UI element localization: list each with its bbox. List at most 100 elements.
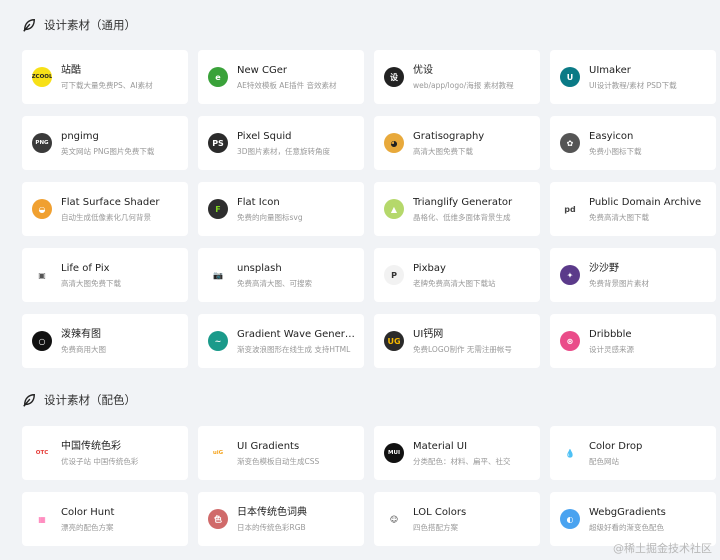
resource-card[interactable]: pd Public Domain Archive 免费高清大图下载 xyxy=(550,182,716,236)
unsplash-camera-icon: 📷 xyxy=(208,265,228,285)
dribbble-logo-icon: ⊛ xyxy=(560,331,580,351)
lifeofpix-logo-icon: ▣ xyxy=(32,265,52,285)
uigradients-logo-icon: uiG xyxy=(208,443,228,463)
polayoutu-logo-icon: ○ xyxy=(32,331,52,351)
card-grid-color: OTC 中国传统色彩优设子站 中国传统色彩 uiG UI Gradients 渐变色模板… xyxy=(22,426,720,546)
resource-card[interactable]: UG UI钙网 免费LOGO制作 无需注册帐号 xyxy=(374,314,540,368)
card-name: New CGer xyxy=(237,64,287,76)
resource-card[interactable]: F Flat Icon 免费的向量图标svg xyxy=(198,182,364,236)
resource-card[interactable]: 💧 Color Drop 配色网站 xyxy=(550,426,716,480)
colorhunt-logo-icon: ▦ xyxy=(32,509,52,529)
materialui-logo-icon: MUI xyxy=(384,443,404,463)
card-description: 渐变色模板自动生成CSS xyxy=(237,456,320,466)
card-description: 四色搭配方案 xyxy=(413,522,458,532)
card-description: 漂亮的配色方案 xyxy=(61,522,114,532)
lolcolors-logo-icon: ☺ xyxy=(384,509,404,529)
easyicon-logo-icon: ✿ xyxy=(560,133,580,153)
resource-card[interactable]: ~ Gradient Wave Generator 渐变波浪图形在线生成 支持HTM… xyxy=(198,314,364,368)
resource-card[interactable]: 📷 unsplash 免费高清大图、可搜索 xyxy=(198,248,364,302)
card-description: AE特效模板 AE插件 音效素材 xyxy=(237,80,337,90)
card-description: 高清大图免费下载 xyxy=(61,278,121,288)
card-description: 设计灵感来源 xyxy=(589,344,634,354)
card-name: Trianglify Generator xyxy=(413,196,513,208)
card-name: unsplash xyxy=(237,262,282,274)
resource-card[interactable]: ✿ Easyicon 免费小图标下载 xyxy=(550,116,716,170)
resource-card[interactable]: e New CGer AE特效模板 AE插件 音效素材 xyxy=(198,50,364,104)
resource-card[interactable]: 色日本传统色词典 日本的传统色彩RGB xyxy=(198,492,364,546)
resource-card[interactable]: PNG pngimg 英文网站 PNG图片免费下载 xyxy=(22,116,188,170)
colordrop-logo-icon: 💧 xyxy=(560,443,580,463)
card-name: Flat Surface Shader xyxy=(61,196,160,208)
card-name: Material UI xyxy=(413,440,468,452)
resource-card[interactable]: ◕ Gratisography 高清大图免费下载 xyxy=(374,116,540,170)
flaticon-logo-icon: F xyxy=(208,199,228,219)
section-title-color: 设计素材（配色） xyxy=(22,389,136,411)
trianglify-logo-icon: ▲ xyxy=(384,199,404,219)
watermark: @稀土掘金技术社区 xyxy=(613,542,712,555)
card-description: 自动生成低像素化几何背景 xyxy=(61,212,151,222)
leaf-icon xyxy=(23,19,35,32)
nipponcolors-logo-icon: 色 xyxy=(208,509,228,529)
leaf-icon xyxy=(23,394,35,407)
card-name: Color Drop xyxy=(589,440,643,452)
card-name: UI钙网 xyxy=(413,328,444,340)
pngimg-logo-icon: PNG xyxy=(32,133,52,153)
resource-card[interactable]: U UImaker UI设计教程/素材 PSD下载 xyxy=(550,50,716,104)
ssyer-logo-icon: ✦ xyxy=(560,265,580,285)
fss-logo-icon: ◒ xyxy=(32,199,52,219)
card-description: 免费的向量图标svg xyxy=(237,212,303,222)
card-description: 免费LOGO制作 无需注册帐号 xyxy=(413,344,512,354)
card-description: 免费商用大图 xyxy=(61,344,106,354)
otc-logo-icon: OTC xyxy=(32,443,52,463)
section-title-text: 设计素材（配色） xyxy=(44,393,136,407)
card-name: 优设 xyxy=(413,64,433,76)
resource-card[interactable]: ▣ Life of Pix 高清大图免费下载 xyxy=(22,248,188,302)
resource-card[interactable]: ○ 泼辣有图免费商用大图 xyxy=(22,314,188,368)
resource-card[interactable]: MUI Material UI 分类配色：材料、扁平、社交 xyxy=(374,426,540,480)
resource-card[interactable]: OTC 中国传统色彩优设子站 中国传统色彩 xyxy=(22,426,188,480)
card-description: web/app/logo/海报 素材教程 xyxy=(413,80,514,90)
card-name: 中国传统色彩 xyxy=(61,440,121,452)
card-description: 分类配色：材料、扁平、社交 xyxy=(413,456,511,466)
uimaker-logo-icon: U xyxy=(560,67,580,87)
card-name: 沙沙野 xyxy=(589,262,619,274)
card-name: Pixel Squid xyxy=(237,130,292,142)
resource-card[interactable]: ▦ Color Hunt 漂亮的配色方案 xyxy=(22,492,188,546)
card-name: 日本传统色词典 xyxy=(237,506,307,518)
card-description: 3D图片素材，任意旋转角度 xyxy=(237,146,331,156)
resource-card[interactable]: PS Pixel Squid 3D图片素材，任意旋转角度 xyxy=(198,116,364,170)
card-name: UI Gradients xyxy=(237,440,300,452)
resource-card[interactable]: ⊛ Dribbble 设计灵感来源 xyxy=(550,314,716,368)
card-name: Color Hunt xyxy=(61,506,115,518)
card-description: 免费高清大图、可搜索 xyxy=(237,278,312,288)
resource-card[interactable]: ▲ Trianglify Generator 晶格化、低维多面体背景生成 xyxy=(374,182,540,236)
card-name: 泼辣有图 xyxy=(61,328,101,340)
webgradients-logo-icon: ◐ xyxy=(560,509,580,529)
card-name: UImaker xyxy=(589,64,631,76)
card-name: pngimg xyxy=(61,130,99,142)
card-name: LOL Colors xyxy=(413,506,467,518)
resource-card[interactable]: ZCOOL 站酷 可下载大量免费PS、AI素材 xyxy=(22,50,188,104)
resource-card[interactable]: P Pixbay 老牌免费高清大图下载站 xyxy=(374,248,540,302)
gradient-wave-logo-icon: ~ xyxy=(208,331,228,351)
card-description: 免费背景图片素材 xyxy=(589,278,649,288)
resource-card[interactable]: ✦ 沙沙野免费背景图片素材 xyxy=(550,248,716,302)
resource-card[interactable]: ◐ WebgGradients 超级好看的渐变色配色 xyxy=(550,492,716,546)
card-name: Dribbble xyxy=(589,328,632,340)
card-grid-general: ZCOOL 站酷 可下载大量免费PS、AI素材 e New CGer AE特效模板 AE插… xyxy=(22,50,720,368)
pdarchive-logo-icon: pd xyxy=(560,199,580,219)
card-description: 免费小图标下载 xyxy=(589,146,642,156)
resource-card[interactable]: 设优设 web/app/logo/海报 素材教程 xyxy=(374,50,540,104)
card-name: Life of Pix xyxy=(61,262,110,274)
card-description: 日本的传统色彩RGB xyxy=(237,522,306,532)
zcool-logo-icon: ZCOOL xyxy=(32,67,52,87)
card-description: UI设计教程/素材 PSD下载 xyxy=(589,80,677,90)
resource-card[interactable]: ◒ Flat Surface Shader 自动生成低像素化几何背景 xyxy=(22,182,188,236)
card-description: 配色网站 xyxy=(589,456,619,466)
resource-card[interactable]: uiG UI Gradients 渐变色模板自动生成CSS xyxy=(198,426,364,480)
resource-card[interactable]: ☺ LOL Colors 四色搭配方案 xyxy=(374,492,540,546)
card-description: 高清大图免费下载 xyxy=(413,146,473,156)
card-name: Easyicon xyxy=(589,130,634,142)
card-description: 优设子站 中国传统色彩 xyxy=(61,456,139,466)
card-name: Public Domain Archive xyxy=(589,196,702,208)
